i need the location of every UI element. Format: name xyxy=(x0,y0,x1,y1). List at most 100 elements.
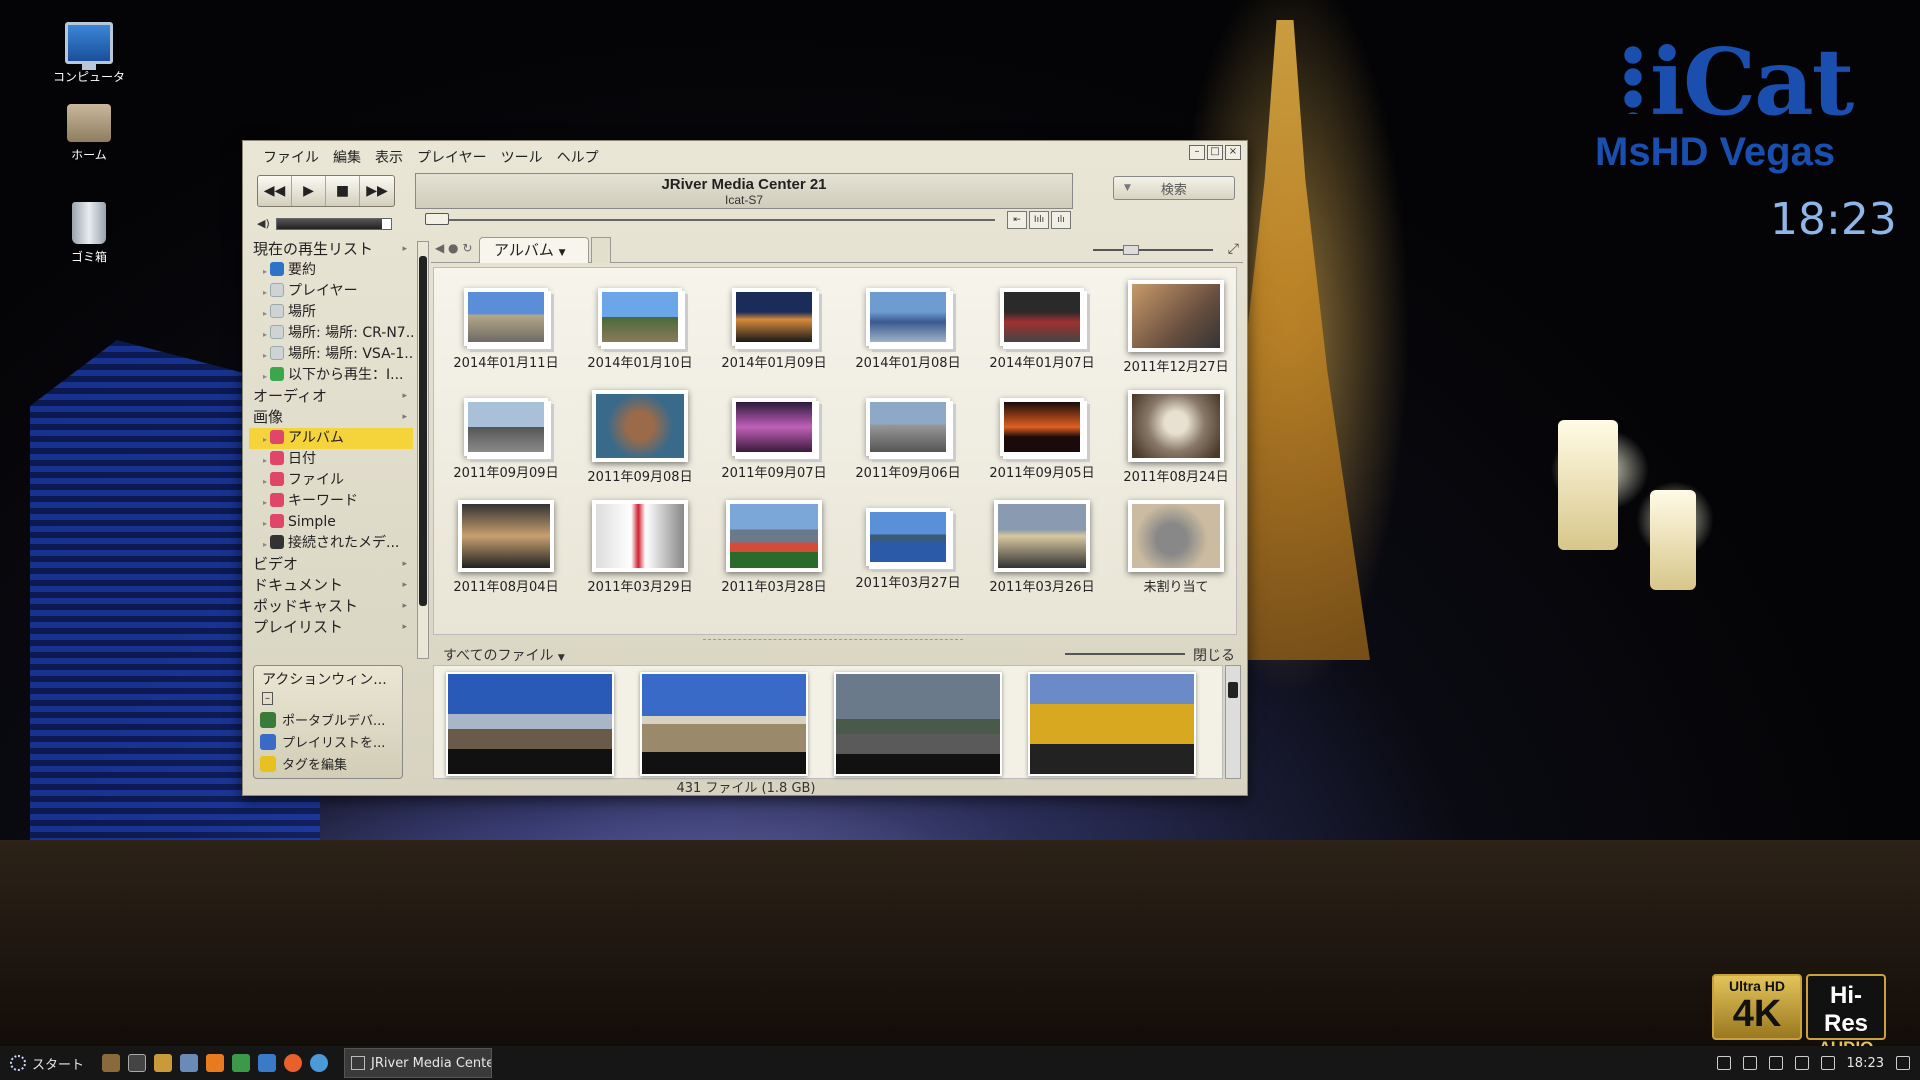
menu-player[interactable]: プレイヤー xyxy=(411,145,493,167)
album-thumbnail[interactable] xyxy=(1000,398,1084,456)
album-thumbnail[interactable] xyxy=(592,500,688,572)
album-tile[interactable]: 2011年09月06日 xyxy=(842,384,974,494)
album-tile[interactable]: 2011年08月04日 xyxy=(440,494,572,604)
thumbnail-size-handle[interactable] xyxy=(1123,245,1139,255)
album-thumbnail[interactable] xyxy=(726,500,822,572)
album-thumbnail[interactable] xyxy=(732,288,816,346)
album-thumbnail[interactable] xyxy=(866,288,950,346)
strip-scroll-thumb[interactable] xyxy=(1228,682,1238,698)
album-thumbnail[interactable] xyxy=(1128,500,1224,572)
file-manager-icon[interactable] xyxy=(102,1054,121,1072)
display-mode-button[interactable]: ⇤ xyxy=(1007,211,1027,229)
album-tile[interactable]: 2014年01月11日 xyxy=(440,274,572,384)
back-forward-icon[interactable]: ◀ ● ↻ xyxy=(435,241,472,255)
sidebar-category[interactable]: ポッドキャスト ▸ xyxy=(249,596,413,617)
album-thumbnail[interactable] xyxy=(1000,288,1084,346)
app-icon[interactable] xyxy=(258,1054,277,1072)
previous-button[interactable]: ◀◀ xyxy=(258,176,292,206)
menu-view[interactable]: 表示 xyxy=(369,145,409,167)
album-thumbnail[interactable] xyxy=(866,398,950,456)
expand-arrow-icon[interactable]: ▸ xyxy=(263,498,267,507)
stop-button[interactable]: ■ xyxy=(326,176,360,206)
sidebar-item[interactable]: ▸ 日付 xyxy=(249,449,413,470)
sidebar-scroll-thumb[interactable] xyxy=(419,256,427,606)
user-icon[interactable] xyxy=(1716,1056,1731,1070)
expand-arrow-icon[interactable]: ▸ xyxy=(263,288,267,297)
album-thumbnail[interactable] xyxy=(994,500,1090,572)
file-thumbnail[interactable] xyxy=(640,672,808,776)
album-tile[interactable]: 2011年09月05日 xyxy=(976,384,1108,494)
album-tile[interactable]: 2014年01月09日 xyxy=(708,274,840,384)
sidebar-category[interactable]: オーディオ ▸ xyxy=(249,386,413,407)
sidebar-item[interactable]: ▸ 以下から再生：I... xyxy=(249,365,413,386)
sidebar-item[interactable]: ▸ ファイル xyxy=(249,470,413,491)
album-thumbnail[interactable] xyxy=(1128,280,1224,352)
terminal-icon[interactable] xyxy=(128,1054,147,1072)
taskbar-clock[interactable]: 18:23 xyxy=(1847,1056,1884,1071)
keyboard-icon[interactable] xyxy=(1820,1056,1835,1070)
sidebar-item[interactable]: ▸ Simple xyxy=(249,512,413,533)
sidebar-item[interactable]: ▸ 接続されたメデ... xyxy=(249,533,413,554)
album-tile[interactable]: 2014年01月10日 xyxy=(574,274,706,384)
album-tile[interactable]: 2011年03月29日 xyxy=(574,494,706,604)
new-tab-button[interactable] xyxy=(591,237,611,263)
sidebar-scrollbar[interactable] xyxy=(417,241,429,659)
album-tile[interactable]: 2011年12月27日 xyxy=(1110,274,1242,384)
sidebar-category[interactable]: 画像 ▸ xyxy=(249,407,413,428)
brightness-icon[interactable] xyxy=(1794,1056,1809,1070)
sidebar-category[interactable]: プレイリスト ▸ xyxy=(249,617,413,638)
album-tile[interactable]: 2011年03月27日 xyxy=(842,494,974,604)
album-tile[interactable]: 2011年09月09日 xyxy=(440,384,572,494)
sidebar-item[interactable]: ▸ 要約 xyxy=(249,260,413,281)
sidebar-item[interactable]: ▸ 場所: 場所: CR-N7... xyxy=(249,323,413,344)
expand-arrow-icon[interactable]: ▸ xyxy=(263,519,267,528)
sidebar-item[interactable]: ▸ プレイヤー xyxy=(249,281,413,302)
file-thumbnail[interactable] xyxy=(446,672,614,776)
album-thumbnail[interactable] xyxy=(464,398,548,456)
firefox-icon[interactable] xyxy=(284,1054,303,1072)
expand-arrow-icon[interactable]: ▸ xyxy=(263,309,267,318)
sidebar-item[interactable]: ▸ 場所: 場所: VSA-1... xyxy=(249,344,413,365)
album-tile[interactable]: 未割り当て xyxy=(1110,494,1242,604)
close-button[interactable]: × xyxy=(1225,145,1241,160)
file-size-slider[interactable] xyxy=(1065,653,1185,655)
desktop-icon-trash[interactable]: ゴミ箱 xyxy=(34,202,144,265)
sidebar-item[interactable]: ▸ キーワード xyxy=(249,491,413,512)
menu-tools[interactable]: ツール xyxy=(495,145,549,167)
minimize-button[interactable]: – xyxy=(1189,145,1205,160)
album-tile[interactable]: 2011年03月28日 xyxy=(708,494,840,604)
sidebar-item[interactable]: ▸ 場所 xyxy=(249,302,413,323)
album-tile[interactable]: 2011年09月08日 xyxy=(574,384,706,494)
expand-arrow-icon[interactable]: ▸ xyxy=(263,477,267,486)
sidebar-category[interactable]: ビデオ ▸ xyxy=(249,554,413,575)
thumbnail-size-slider[interactable] xyxy=(1093,245,1213,255)
album-thumbnail[interactable] xyxy=(592,390,688,462)
desktop-icon-computer[interactable]: コンピュータ xyxy=(34,22,144,85)
taskbar-item-jriver[interactable]: JRiver Media Cente... xyxy=(344,1048,493,1078)
expand-arrow-icon[interactable]: ▸ xyxy=(263,540,267,549)
network-icon[interactable] xyxy=(1742,1056,1757,1070)
album-tile[interactable]: 2014年01月07日 xyxy=(976,274,1108,384)
vlc-icon[interactable] xyxy=(206,1054,225,1072)
sidebar-category[interactable]: 現在の再生リスト ▸ xyxy=(249,239,413,260)
tab-album[interactable]: アルバム ▼ xyxy=(479,237,589,263)
album-thumbnail[interactable] xyxy=(866,508,950,566)
expand-arrow-icon[interactable]: ▸ xyxy=(263,351,267,360)
album-tile[interactable]: 2011年09月07日 xyxy=(708,384,840,494)
volume-slider[interactable] xyxy=(275,217,392,230)
start-button[interactable]: スタート xyxy=(0,1054,94,1073)
file-thumbnail[interactable] xyxy=(834,672,1002,776)
album-tile[interactable]: 2011年08月24日 xyxy=(1110,384,1242,494)
next-button[interactable]: ▶▶ xyxy=(360,176,394,206)
action-portable-device[interactable]: ポータブルデバ... xyxy=(254,708,402,730)
album-thumbnail[interactable] xyxy=(464,288,548,346)
action-playlist[interactable]: プレイリストを... xyxy=(254,730,402,752)
sidebar-category[interactable]: ドキュメント ▸ xyxy=(249,575,413,596)
search-box[interactable]: ▼ 検索 xyxy=(1113,176,1235,200)
expand-arrow-icon[interactable]: ▸ xyxy=(263,267,267,276)
visualizer-button[interactable]: Iılı xyxy=(1029,211,1049,229)
seek-bar[interactable] xyxy=(425,213,995,229)
fullscreen-icon[interactable]: ⤢ xyxy=(1228,241,1239,257)
volume-icon[interactable] xyxy=(1768,1056,1783,1070)
search-dropdown-icon[interactable]: ▼ xyxy=(1124,183,1131,193)
